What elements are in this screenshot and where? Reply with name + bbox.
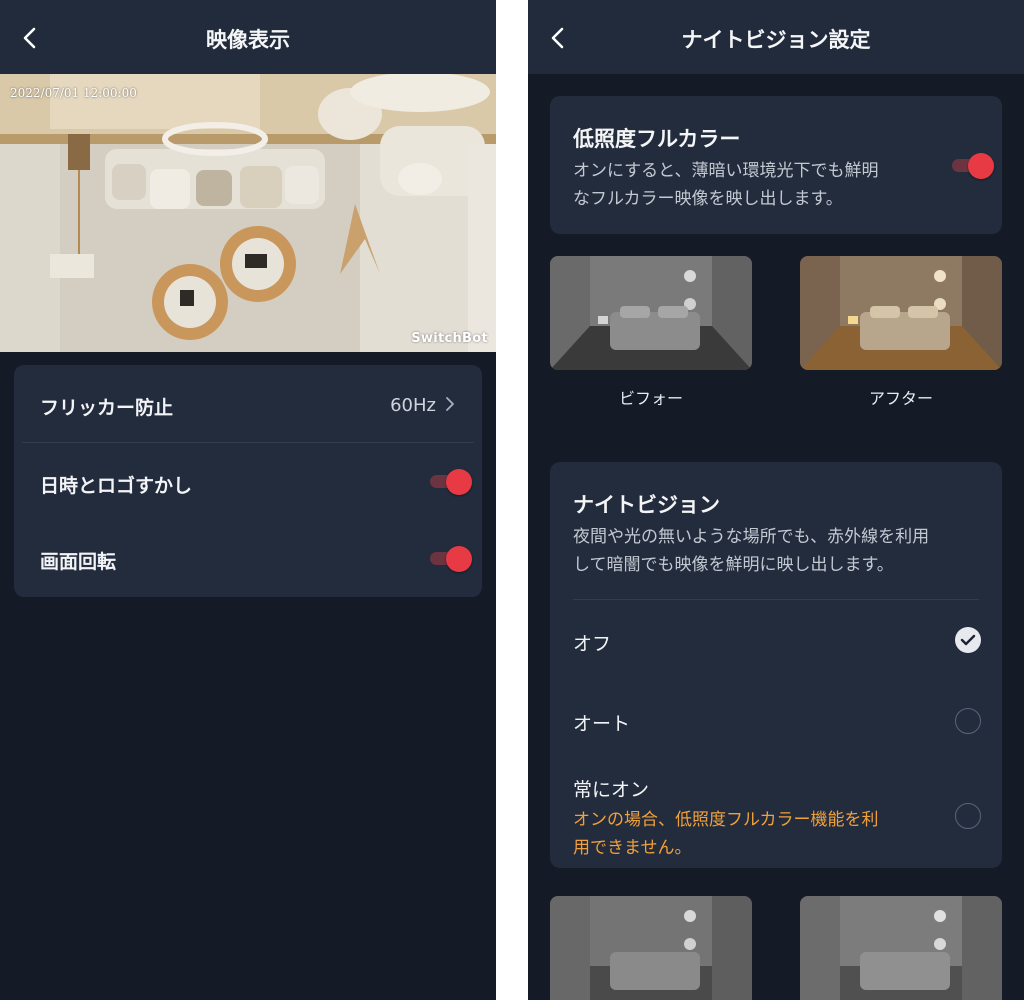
bedroom-gray-image bbox=[550, 256, 752, 370]
bedroom-ir-image bbox=[800, 896, 1002, 1000]
option-always-on[interactable]: 常にオン オンの場合、低照度フルカラー機能を利 用できません。 bbox=[550, 762, 1002, 868]
lowlight-toggle[interactable] bbox=[952, 152, 994, 179]
camera-preview[interactable]: 2022/07/01 12:00:00 SwitchBot bbox=[0, 74, 496, 352]
radio-unselected[interactable] bbox=[955, 803, 981, 829]
chevron-right-icon bbox=[446, 397, 454, 411]
lowlight-desc-line2: なフルカラー映像を映し出します。 bbox=[573, 189, 843, 209]
nightvision-title: ナイトビジョン bbox=[573, 493, 720, 517]
before-label: ビフォー bbox=[618, 389, 683, 408]
divider bbox=[573, 599, 979, 600]
video-display-screen: 映像表示 2022/07/01 12:00:00 SwitchBot フリッカー… bbox=[0, 0, 496, 1000]
bedroom-color-image bbox=[800, 256, 1002, 370]
always-on-warning-line1: オンの場合、低照度フルカラー機能を利 bbox=[573, 810, 879, 830]
watermark-row: 日時とロゴすかし bbox=[14, 443, 482, 520]
after-thumbnail bbox=[800, 256, 1002, 370]
preview-watermark-logo: SwitchBot bbox=[411, 331, 488, 346]
radio-selected[interactable] bbox=[955, 627, 981, 653]
preview-timestamp: 2022/07/01 12:00:00 bbox=[10, 86, 137, 100]
night-vision-screen: ナイトビジョン設定 低照度フルカラー オンにすると、薄暗い環境光下でも鮮明 なフ… bbox=[528, 0, 1024, 1000]
option-off[interactable]: オフ bbox=[550, 602, 1002, 674]
flicker-row[interactable]: フリッカー防止 60Hz bbox=[14, 365, 482, 443]
option-auto-label: オート bbox=[573, 713, 631, 735]
check-icon bbox=[960, 634, 976, 646]
radio-unselected[interactable] bbox=[955, 708, 981, 734]
nightvision-card: ナイトビジョン 夜間や光の無いような場所でも、赤外線を利用 して暗闇でも映像を鮮… bbox=[550, 462, 1002, 868]
option-auto[interactable]: オート bbox=[550, 682, 1002, 754]
option-always-on-label: 常にオン bbox=[573, 779, 650, 801]
navbar: 映像表示 bbox=[0, 0, 496, 74]
nightvision-desc-line2: して暗闇でも映像を鮮明に映し出します。 bbox=[573, 555, 894, 575]
before-thumbnail bbox=[550, 256, 752, 370]
lowlight-card: 低照度フルカラー オンにすると、薄暗い環境光下でも鮮明 なフルカラー映像を映し出… bbox=[550, 96, 1002, 234]
nightvision-before-thumbnail bbox=[550, 896, 752, 1000]
nightvision-after-thumbnail bbox=[800, 896, 1002, 1000]
page-title: 映像表示 bbox=[206, 28, 290, 52]
lowlight-title: 低照度フルカラー bbox=[573, 127, 741, 151]
preview-image bbox=[0, 74, 496, 352]
navbar: ナイトビジョン設定 bbox=[528, 0, 1024, 74]
flicker-label: フリッカー防止 bbox=[40, 397, 174, 419]
lowlight-desc-line1: オンにすると、薄暗い環境光下でも鮮明 bbox=[573, 161, 879, 181]
rotate-label: 画面回転 bbox=[40, 551, 117, 573]
watermark-label: 日時とロゴすかし bbox=[40, 475, 193, 497]
display-settings-card: フリッカー防止 60Hz 日時とロゴすかし 画面回転 bbox=[14, 365, 482, 597]
watermark-toggle[interactable] bbox=[430, 468, 472, 495]
always-on-warning-line2: 用できません。 bbox=[573, 838, 692, 858]
flicker-value: 60Hz bbox=[390, 395, 436, 416]
bedroom-ir-image bbox=[550, 896, 752, 1000]
option-off-label: オフ bbox=[573, 633, 612, 655]
page-title: ナイトビジョン設定 bbox=[681, 28, 871, 52]
rotate-toggle[interactable] bbox=[430, 545, 472, 572]
nightvision-desc-line1: 夜間や光の無いような場所でも、赤外線を利用 bbox=[573, 527, 930, 547]
rotate-row: 画面回転 bbox=[14, 520, 482, 597]
after-label: アフター bbox=[868, 389, 933, 408]
